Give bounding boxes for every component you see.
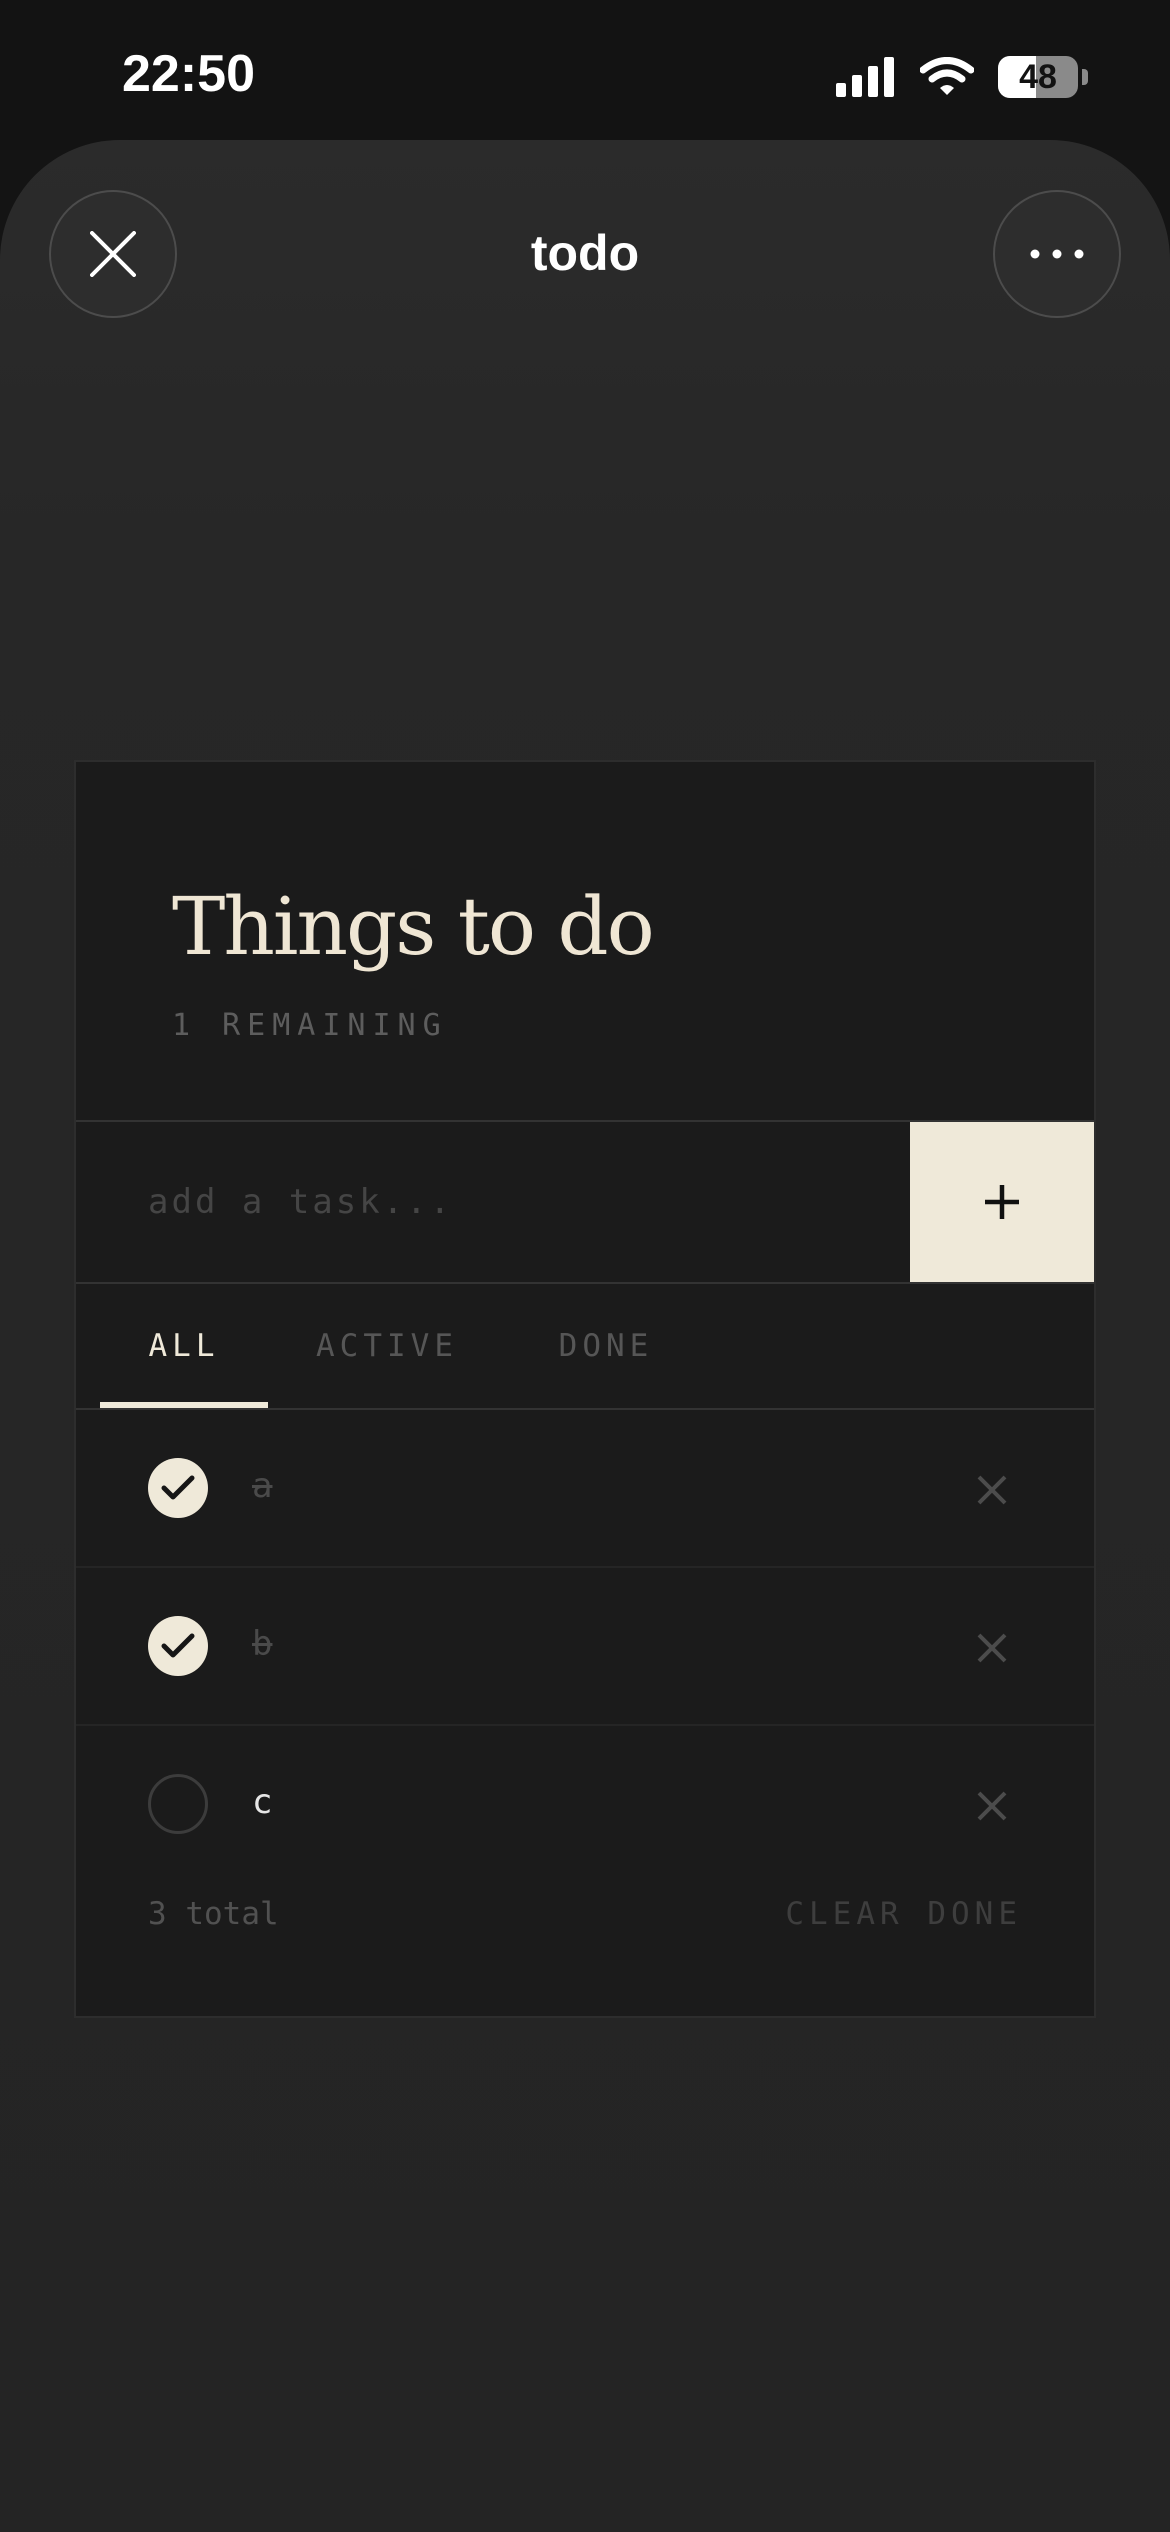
tab-all[interactable]: ALL <box>100 1284 268 1408</box>
filter-tabs: ALL ACTIVE DONE <box>76 1284 1094 1410</box>
more-icon <box>1030 249 1084 259</box>
clear-done-button[interactable]: CLEAR DONE <box>785 1896 1022 1932</box>
task-input[interactable] <box>76 1122 910 1282</box>
task-text: b <box>252 1624 273 1664</box>
battery-tip <box>1082 69 1088 85</box>
check-icon <box>161 1633 195 1658</box>
task-checkbox[interactable] <box>148 1774 208 1834</box>
add-task-row <box>76 1120 1094 1284</box>
todo-card: Things to do 1 REMAINING ALL ACTIVE DONE… <box>74 760 1096 2018</box>
task-checkbox[interactable] <box>148 1616 208 1676</box>
more-button[interactable] <box>993 190 1121 318</box>
status-bar: 22:50 48 <box>0 0 1170 150</box>
task-row: a <box>76 1410 1094 1568</box>
task-text: a <box>252 1466 273 1506</box>
check-icon <box>161 1475 195 1500</box>
close-icon <box>977 1475 1007 1505</box>
delete-task-button[interactable] <box>970 1468 1014 1512</box>
delete-task-button[interactable] <box>970 1784 1014 1828</box>
task-row: c <box>76 1726 1094 1884</box>
close-icon <box>977 1633 1007 1663</box>
add-task-button[interactable] <box>910 1122 1094 1282</box>
status-icons: 48 <box>836 52 1088 102</box>
wifi-icon <box>920 57 974 95</box>
page-title: Things to do <box>172 880 655 973</box>
tab-active[interactable]: ACTIVE <box>302 1284 472 1408</box>
task-checkbox[interactable] <box>148 1458 208 1518</box>
battery-icon: 48 <box>998 56 1078 98</box>
battery-level: 48 <box>1019 57 1057 96</box>
status-time: 22:50 <box>122 45 255 103</box>
plus-icon <box>985 1185 1019 1219</box>
tab-done[interactable]: DONE <box>536 1284 676 1408</box>
total-count: 3 total <box>148 1896 279 1932</box>
close-icon <box>977 1791 1007 1821</box>
delete-task-button[interactable] <box>970 1626 1014 1670</box>
task-row: b <box>76 1568 1094 1726</box>
remaining-count: 1 REMAINING <box>172 1008 448 1043</box>
signal-icon <box>836 57 894 97</box>
task-text: c <box>252 1782 273 1822</box>
tab-underline <box>100 1402 268 1408</box>
